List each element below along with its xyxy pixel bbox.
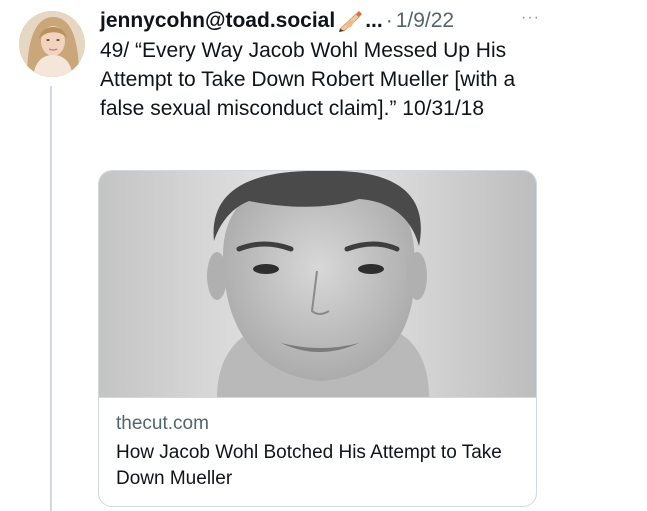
card-title[interactable]: How Jacob Wohl Botched His Attempt to Ta… xyxy=(116,440,526,492)
tweet-text: 49/ “Every Way Jacob Wohl Messed Up His … xyxy=(100,39,516,120)
username-truncation: ... xyxy=(365,9,383,32)
link-card[interactable]: thecut.com How Jacob Wohl Botched His At… xyxy=(98,170,537,507)
separator-dot: · xyxy=(385,9,393,32)
more-options-icon[interactable]: ··· xyxy=(521,3,540,33)
avatar-photo xyxy=(19,11,85,77)
tweet-header: jennycohn@toad.social ... · 1/9/22 ··· xyxy=(100,6,640,36)
writing-hand-icon xyxy=(338,10,364,32)
avatar[interactable] xyxy=(19,11,85,77)
article-photo xyxy=(99,171,536,397)
username-link[interactable]: jennycohn@toad.social xyxy=(100,6,335,36)
thread-line xyxy=(50,86,52,511)
tweet-date[interactable]: 1/9/22 xyxy=(396,6,454,36)
card-image[interactable] xyxy=(99,171,536,398)
card-domain: thecut.com xyxy=(116,413,209,434)
